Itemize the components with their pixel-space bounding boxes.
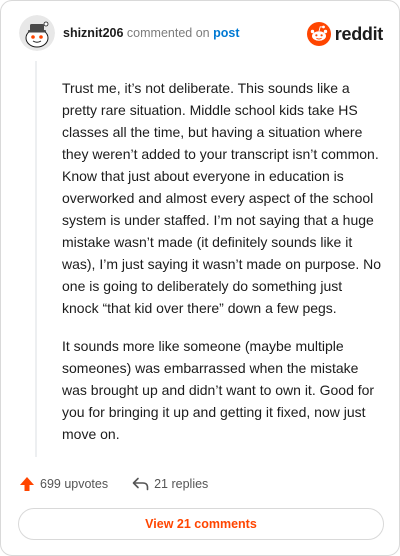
reddit-logo[interactable]: reddit — [306, 21, 384, 47]
comment-header: shiznit206 commented on post reddit — [19, 15, 383, 55]
comment-meta: shiznit206 commented on post — [63, 26, 239, 40]
reddit-logo-icon — [306, 22, 331, 46]
comment-paragraph: It sounds more like someone (maybe multi… — [62, 338, 375, 442]
comment-body: Trust me, it’s not deliberate. This soun… — [62, 77, 382, 461]
reddit-logo-text: reddit — [334, 23, 384, 44]
replies-button[interactable]: 21 replies — [132, 477, 208, 491]
comment-paragraph: Trust me, it’s not deliberate. This soun… — [62, 80, 382, 316]
post-link[interactable]: post — [213, 26, 239, 40]
upvote-button[interactable]: 699 upvotes — [19, 476, 108, 492]
snoo-avatar-icon[interactable] — [19, 15, 55, 51]
upvote-arrow-icon — [20, 477, 34, 491]
reply-count: 21 replies — [154, 477, 209, 491]
username-link[interactable]: shiznit206 — [63, 26, 123, 40]
thread-line[interactable] — [35, 61, 37, 457]
reply-arrow-icon — [132, 477, 149, 491]
comment-actions: 699 upvotes 21 replies — [19, 473, 232, 495]
upvote-count: 699 upvotes — [40, 477, 109, 491]
comment-card: shiznit206 commented on post reddit Trus… — [0, 0, 400, 556]
view-comments-button[interactable]: View 21 comments — [18, 508, 384, 540]
commented-on-text: commented on — [126, 26, 210, 40]
